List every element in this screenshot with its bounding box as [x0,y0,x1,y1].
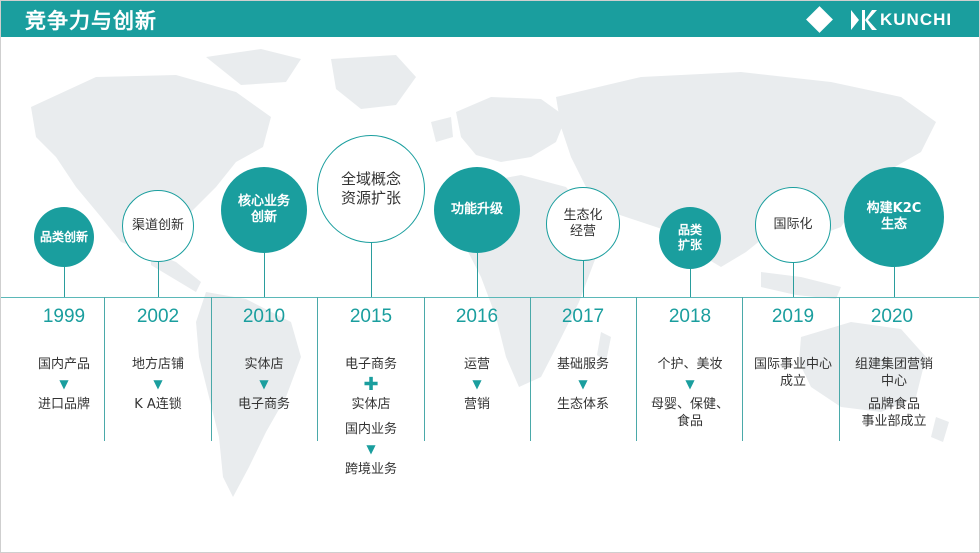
milestone-desc-2002: 地方店铺 ▼ K A连锁 [106,356,210,413]
logo-text: KUNCHI [880,10,953,29]
logo-mark-icon [851,10,877,30]
connector-line [894,267,895,297]
desc-item: 基础服务 [556,357,609,372]
kunchi-logo: KUNCHI [851,9,952,31]
milestone-desc-2016: 运营 ▼ 营销 [425,356,529,413]
arrow-down-icon: ▼ [578,377,588,391]
circle-label: 品类 扩张 [677,223,702,252]
arrow-down-icon: ▼ [59,377,69,391]
connector-line [690,265,691,297]
desc-item: 母婴、保健、 食品 [650,397,729,429]
year-label: 2016 [455,306,499,327]
milestone-circle-2017: 生态化 经营 [546,187,620,261]
desc-item: 品牌食品 事业部成立 [861,397,927,429]
desc-item: 地方店铺 [131,357,184,372]
desc-item: 国内业务 [344,422,397,437]
milestone-desc-2015: 电子商务 ✚ 实体店 国内业务 ▼ 跨境业务 [319,356,423,478]
circle-label: 构建K2C 生态 [866,200,922,232]
circle-label: 全域概念 资源扩张 [340,170,401,207]
milestone-circle-2002: 渠道创新 [122,190,194,262]
page-title: 竞争力与创新 [25,9,157,33]
desc-item: 国内产品 [37,357,90,372]
world-map-background [31,49,949,497]
circle-label: 渠道创新 [131,217,184,233]
circle-label: 国际化 [773,216,813,232]
circle-label: 功能升级 [450,201,503,217]
desc-item: 进口品牌 [37,397,90,412]
connector-line [583,259,584,297]
desc-item: K A连锁 [134,397,182,412]
arrow-down-icon: ▼ [685,377,695,391]
diamond-icon [806,6,833,33]
year-label: 2020 [870,306,914,327]
milestone-circle-2016: 功能升级 [434,167,520,253]
connector-line [371,241,372,297]
milestone-circle-2020: 构建K2C 生态 [844,167,944,267]
milestone-circle-1999: 品类创新 [34,207,94,267]
year-label: 2019 [771,306,815,327]
desc-item: 组建集团营销 中心 [854,357,933,389]
arrow-down-icon: ▼ [366,442,376,456]
connector-line [477,253,478,297]
desc-item: 跨境业务 [344,462,397,477]
desc-item: 国际事业中心 成立 [753,357,832,389]
year-label: 2017 [561,306,605,327]
connector-line [64,266,65,297]
plus-icon: ✚ [363,374,379,395]
year-label: 2010 [242,306,286,327]
desc-item: 实体店 [351,397,391,412]
desc-item: 个护、美妆 [657,357,723,372]
year-label: 2002 [136,306,180,327]
connector-line [264,253,265,297]
milestone-desc-2019: 国际事业中心 成立 [741,356,845,390]
milestone-desc-2020: 组建集团营销 中心 品牌食品 事业部成立 [842,356,946,430]
milestone-desc-2010: 实体店 ▼ 电子商务 [212,356,316,413]
circle-label: 核心业务 创新 [237,193,290,225]
year-label: 2015 [349,306,393,327]
milestone-desc-2018: 个护、美妆 ▼ 母婴、保健、 食品 [638,356,742,430]
connector-line [158,262,159,297]
desc-item: 实体店 [244,357,284,372]
milestone-desc-1999: 国内产品 ▼ 进口品牌 [12,356,116,413]
arrow-down-icon: ▼ [472,377,482,391]
header-bar: 竞争力与创新 KUNCHI [1,1,979,37]
desc-item: 电子商务 [344,357,397,372]
desc-item: 营销 [463,397,490,412]
milestone-circle-2018: 品类 扩张 [659,207,721,269]
milestone-desc-2017: 基础服务 ▼ 生态体系 [531,356,635,413]
milestone-circle-2019: 国际化 [755,187,831,263]
column-divider [636,297,637,441]
year-label: 1999 [42,306,86,327]
desc-item: 运营 [463,357,490,372]
circle-label: 品类创新 [39,229,88,244]
desc-item: 电子商务 [237,397,290,412]
timeline-axis [1,297,979,298]
desc-item: 生态体系 [556,397,609,412]
year-label: 2018 [668,306,712,327]
arrow-down-icon: ▼ [259,377,269,391]
column-divider [317,297,318,441]
arrow-down-icon: ▼ [153,377,163,391]
slide: 竞争力与创新 KUNCHI 品类创新 渠道创新 核心业务 创新 全域概念 资源扩… [0,0,980,553]
connector-line [793,259,794,297]
circle-label: 生态化 经营 [563,207,603,239]
milestone-circle-2015: 全域概念 资源扩张 [317,135,425,243]
milestone-circle-2010: 核心业务 创新 [221,167,307,253]
